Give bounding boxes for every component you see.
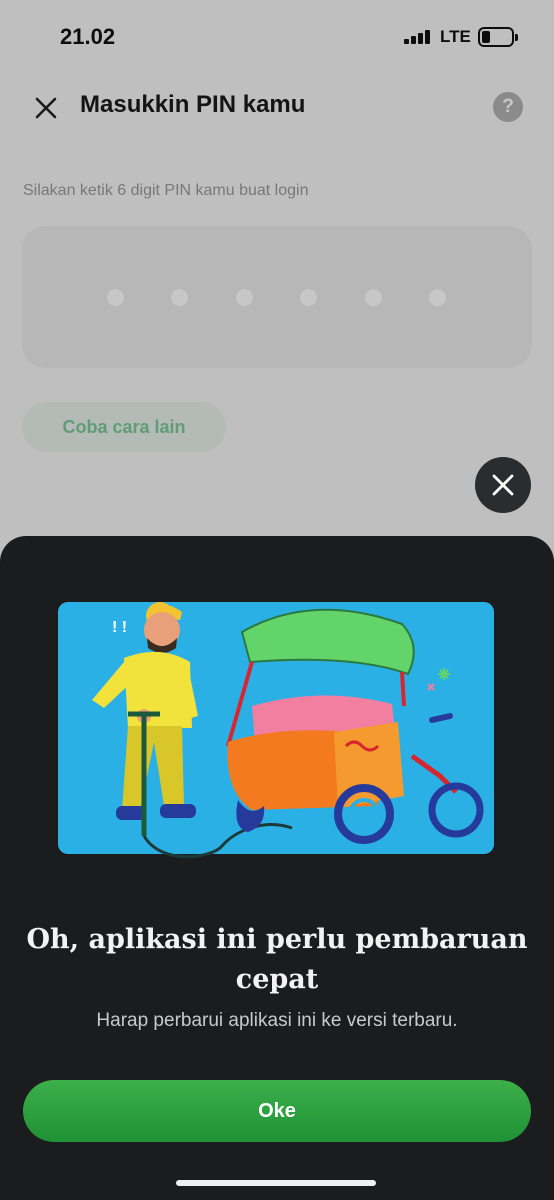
sheet-subtitle: Harap perbarui aplikasi ini ke versi ter…	[96, 1010, 458, 1031]
home-indicator	[176, 1180, 376, 1186]
ok-button[interactable]: Oke	[23, 1080, 531, 1142]
becak-repair-illustration: ! !	[52, 596, 502, 876]
svg-text:! !: ! !	[112, 619, 127, 636]
close-icon	[492, 474, 514, 496]
update-bottom-sheet: ! ! Oh, aplikasi ini perlu pembaruan cep…	[0, 536, 554, 1200]
sheet-title: Oh, aplikasi ini perlu pembaruan cepat	[26, 924, 528, 995]
dismiss-sheet-button[interactable]	[475, 457, 531, 513]
